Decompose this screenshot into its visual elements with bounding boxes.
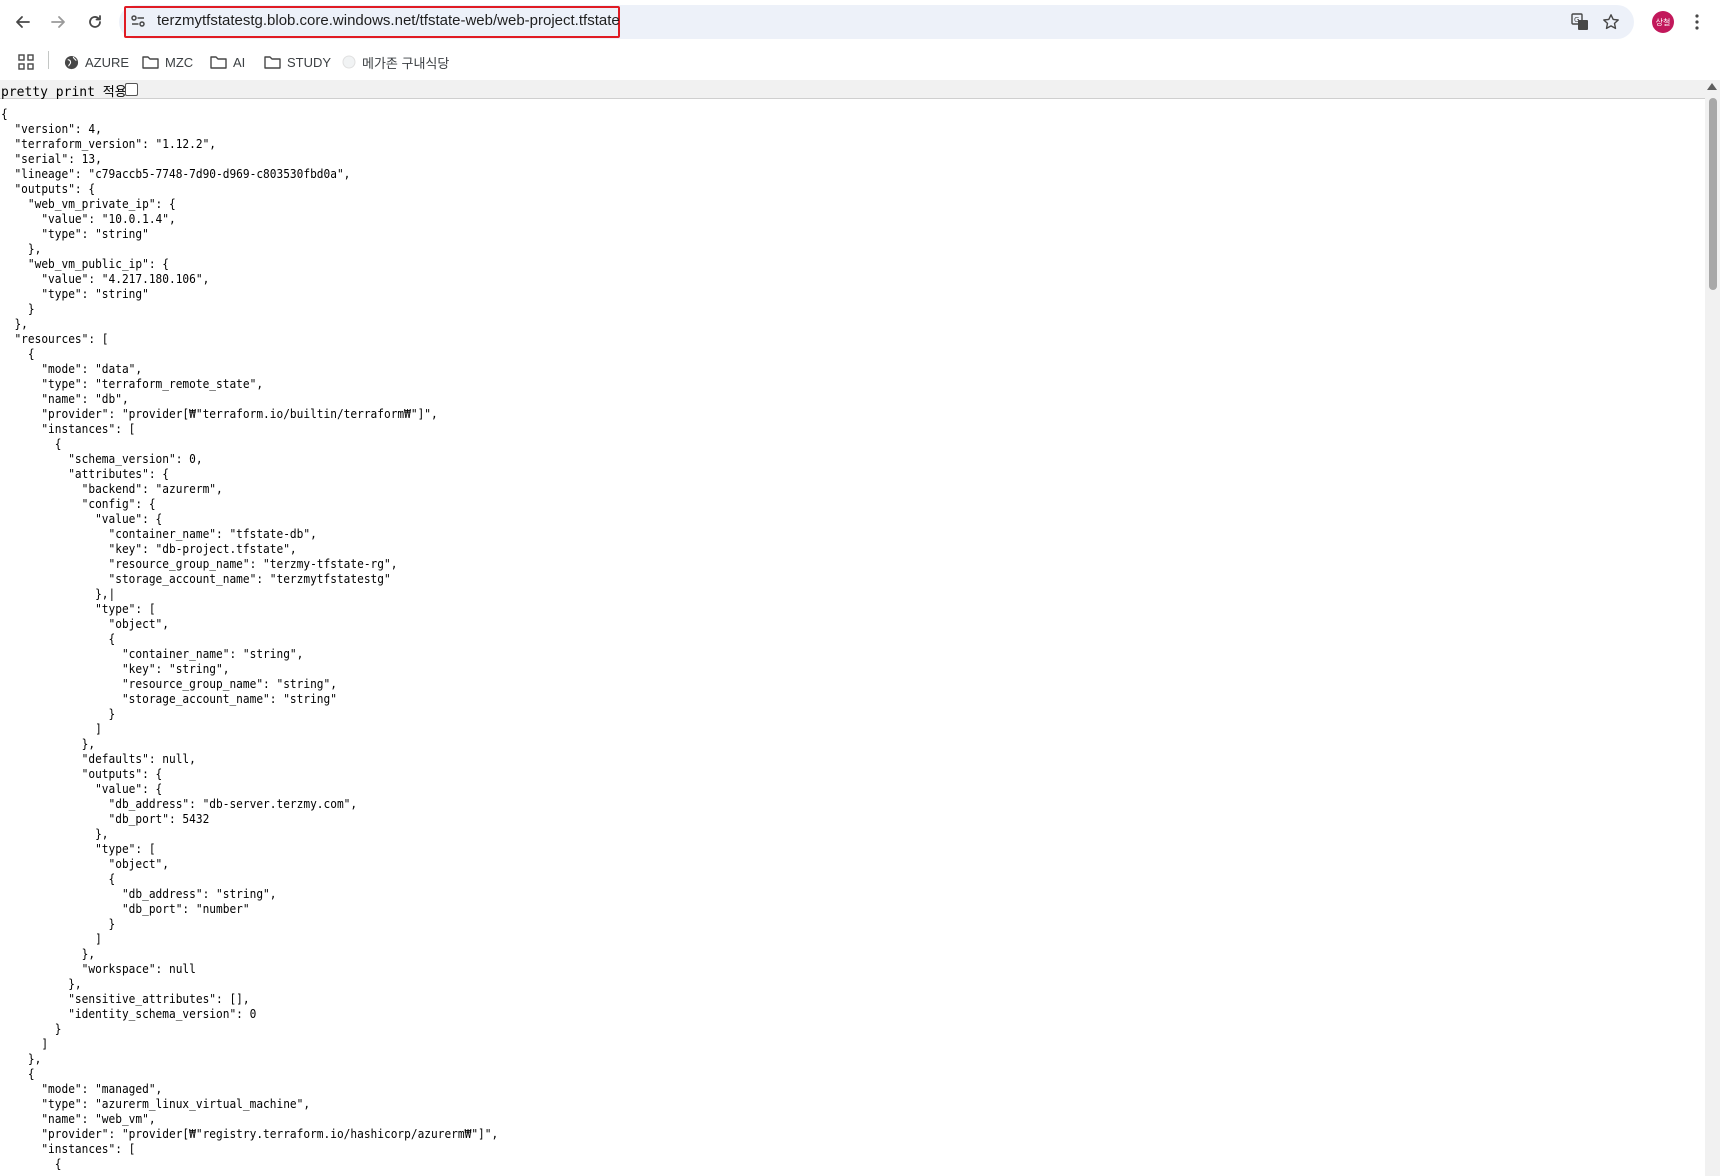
bookmark-mzc[interactable]: MZC <box>142 50 193 74</box>
forward-arrow-icon <box>51 16 65 28</box>
bookmark-label: MZC <box>165 54 194 70</box>
folder-icon <box>142 56 159 69</box>
browser-toolbar: terzmytfstatestg.blob.core.windows.net/t… <box>0 0 1720 81</box>
bookmark-label: 메가존 구내식당 <box>362 55 450 71</box>
site-info-icon[interactable] <box>130 13 146 29</box>
svg-text:G: G <box>1574 16 1579 24</box>
reload-icon <box>89 15 101 28</box>
folder-icon <box>264 56 281 69</box>
bookmarks-bar: AZURE MZC AI STUDY 메가존 구내식당 <box>0 44 1720 80</box>
bookmark-megazone-cafeteria[interactable]: 메가존 구내식당 <box>342 50 449 74</box>
back-arrow-icon <box>16 16 30 28</box>
profile-avatar[interactable]: 상철 <box>1652 11 1674 33</box>
apps-grid-icon <box>18 54 34 70</box>
bookmark-azure[interactable]: AZURE <box>64 50 129 74</box>
translate-icon[interactable]: G <box>1569 11 1591 33</box>
url-text[interactable]: terzmytfstatestg.blob.core.windows.net/t… <box>157 12 620 29</box>
site-favicon-icon <box>342 55 356 69</box>
bookmark-label: AI <box>233 54 246 70</box>
pretty-print-bar: pretty print 적용 <box>0 80 1705 100</box>
bookmark-star-icon[interactable] <box>1600 11 1622 33</box>
bookmark-ai[interactable]: AI <box>210 50 245 74</box>
globe-icon <box>64 55 79 69</box>
pretty-print-label: pretty print 적용 <box>1 85 127 100</box>
scrollbar-thumb[interactable] <box>1709 98 1717 290</box>
bookmark-label: STUDY <box>287 54 332 70</box>
navigation-bar: terzmytfstatestg.blob.core.windows.net/t… <box>0 0 1720 44</box>
bookmark-label: AZURE <box>85 54 130 70</box>
bookmark-study[interactable]: STUDY <box>264 50 331 74</box>
apps-button[interactable] <box>18 50 34 74</box>
back-button[interactable] <box>8 7 38 37</box>
bookmarks-separator <box>48 51 49 69</box>
reload-button[interactable] <box>80 7 110 37</box>
forward-button[interactable] <box>43 7 73 37</box>
folder-icon <box>210 56 227 69</box>
json-text: { "version": 4, "terraform_version": "1.… <box>1 107 499 1171</box>
scroll-up-arrow-icon[interactable] <box>1707 83 1717 90</box>
raw-json-view: { "version": 4, "terraform_version": "1.… <box>1 107 1701 1176</box>
pretty-print-checkbox[interactable] <box>125 83 138 96</box>
browser-menu-icon[interactable] <box>1690 10 1704 34</box>
